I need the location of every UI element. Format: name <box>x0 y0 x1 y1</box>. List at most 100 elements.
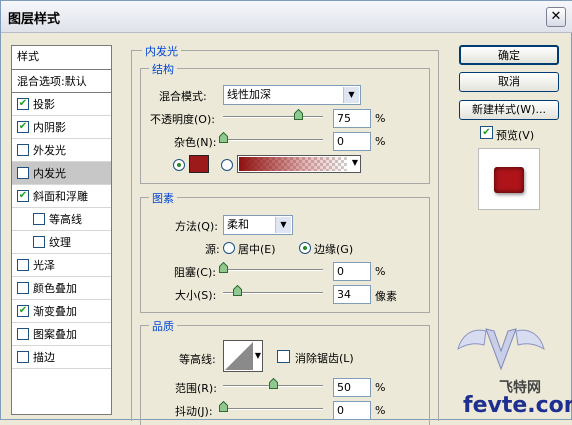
contour-picker[interactable]: ▼ <box>223 340 263 372</box>
style-checkbox[interactable] <box>17 144 29 156</box>
solid-color-radio[interactable] <box>173 159 185 171</box>
gradient-preview <box>239 157 347 171</box>
range-unit: % <box>375 381 386 394</box>
jitter-slider-thumb[interactable] <box>219 401 228 412</box>
elements-group: 图素 方法(Q): 柔和 ▼ 源: 居中(E) 边缘(G) 阻塞(C): 0 %… <box>140 190 430 313</box>
choke-unit: % <box>375 265 386 278</box>
size-label: 大小(S): <box>175 289 217 302</box>
choke-input[interactable]: 0 <box>333 262 371 281</box>
style-checkbox[interactable] <box>17 167 29 179</box>
glow-color-swatch[interactable] <box>189 155 209 173</box>
method-select[interactable]: 柔和 ▼ <box>223 215 293 235</box>
style-list-label: 渐变叠加 <box>33 305 77 318</box>
source-edge-label[interactable]: 边缘(G) <box>314 241 353 257</box>
elements-legend: 图素 <box>149 190 177 206</box>
style-list-item[interactable]: 描边 <box>12 346 111 369</box>
blend-mode-select[interactable]: 线性加深 ▼ <box>223 85 361 105</box>
close-icon: ✕ <box>550 9 562 24</box>
method-label: 方法(Q): <box>175 220 218 233</box>
gradient-picker[interactable]: ▼ <box>237 155 361 173</box>
jitter-slider-track[interactable] <box>223 408 323 410</box>
style-list-item[interactable]: 图案叠加 <box>12 323 111 346</box>
blend-options-item[interactable]: 混合选项:默认 <box>12 70 111 93</box>
style-list-label: 外发光 <box>33 144 66 157</box>
quality-legend: 品质 <box>149 318 177 334</box>
anti-alias-checkbox[interactable] <box>277 350 290 363</box>
noise-input[interactable]: 0 <box>333 132 371 151</box>
close-button[interactable]: ✕ <box>546 7 566 27</box>
preview-checkbox[interactable]: ✔ <box>480 126 493 139</box>
noise-slider-thumb[interactable] <box>219 132 228 143</box>
style-list-item[interactable]: 外发光 <box>12 139 111 162</box>
cancel-button[interactable]: 取消 <box>459 72 559 92</box>
style-list-item[interactable]: ✔ 投影 <box>12 93 111 116</box>
style-list-label: 光泽 <box>33 259 55 272</box>
preview-label[interactable]: 预览(V) <box>496 127 534 143</box>
style-checkbox[interactable] <box>33 236 45 248</box>
style-list-item[interactable]: ✔ 斜面和浮雕 <box>12 185 111 208</box>
range-input[interactable]: 50 <box>333 378 371 397</box>
source-edge-radio[interactable] <box>299 242 311 254</box>
choke-slider-track[interactable] <box>223 269 323 271</box>
size-slider-thumb[interactable] <box>232 285 242 296</box>
style-list-label: 内发光 <box>33 167 66 180</box>
noise-label: 杂色(N): <box>174 136 217 149</box>
style-list-item[interactable]: 纹理 <box>12 231 111 254</box>
style-list-item[interactable]: 颜色叠加 <box>12 277 111 300</box>
style-checkbox[interactable]: ✔ <box>17 98 29 110</box>
range-label: 范围(R): <box>175 382 217 395</box>
opacity-input[interactable]: 75 <box>333 109 371 128</box>
opacity-label: 不透明度(O): <box>150 113 215 126</box>
title-bar: 图层样式 ✕ <box>1 1 572 33</box>
jitter-unit: % <box>375 404 386 417</box>
jitter-label: 抖动(J): <box>175 405 213 418</box>
range-slider-thumb[interactable] <box>269 378 278 389</box>
style-list-label: 等高线 <box>49 213 82 226</box>
opacity-unit: % <box>375 112 386 125</box>
style-list-item[interactable]: 光泽 <box>12 254 111 277</box>
style-checkbox[interactable] <box>33 213 45 225</box>
new-style-button[interactable]: 新建样式(W)... <box>459 100 559 120</box>
style-list-label: 图案叠加 <box>33 328 77 341</box>
anti-alias-label[interactable]: 消除锯齿(L) <box>295 350 354 366</box>
structure-group: 结构 混合模式: 线性加深 ▼ 不透明度(O): 75 % 杂色(N): 0 % <box>140 61 430 184</box>
jitter-input[interactable]: 0 <box>333 401 371 420</box>
quality-group: 品质 等高线: ▼ 消除锯齿(L) 范围(R): 50 % 抖动(J): 0 % <box>140 318 430 425</box>
style-checkbox[interactable]: ✔ <box>17 121 29 133</box>
style-checkbox[interactable] <box>17 282 29 294</box>
choke-slider-thumb[interactable] <box>219 262 228 273</box>
style-list-item[interactable]: 等高线 <box>12 208 111 231</box>
dialog-title: 图层样式 <box>8 12 61 27</box>
style-list-label: 颜色叠加 <box>33 282 77 295</box>
layer-style-dialog: 图层样式 ✕ 样式 混合选项:默认 ✔ 投影 ✔ 内阴影 外发光 内发光 ✔ 斜面和浮雕 等高线… <box>0 0 572 425</box>
size-input[interactable]: 34 <box>333 285 371 304</box>
style-list-header[interactable]: 样式 <box>12 46 111 70</box>
preview-swatch <box>494 167 524 193</box>
chevron-down-icon: ▼ <box>254 351 261 360</box>
style-checkbox[interactable] <box>17 351 29 363</box>
preview-thumbnail <box>478 148 540 210</box>
method-value: 柔和 <box>227 218 249 231</box>
gradient-radio[interactable] <box>221 159 233 171</box>
noise-slider-track[interactable] <box>223 139 323 141</box>
size-unit: 像素 <box>375 290 397 303</box>
noise-unit: % <box>375 135 386 148</box>
style-checkbox[interactable] <box>17 328 29 340</box>
style-list-item[interactable]: ✔ 内阴影 <box>12 116 111 139</box>
style-list-item[interactable]: 内发光 <box>12 162 111 185</box>
style-checkbox[interactable] <box>17 259 29 271</box>
style-list-label: 描边 <box>33 351 55 364</box>
chevron-down-icon: ▼ <box>351 158 358 167</box>
style-checkbox[interactable]: ✔ <box>17 190 29 202</box>
source-center-label[interactable]: 居中(E) <box>238 241 276 257</box>
style-list-label: 内阴影 <box>33 121 66 134</box>
structure-legend: 结构 <box>149 61 177 77</box>
ok-button[interactable]: 确定 <box>459 45 559 65</box>
source-center-radio[interactable] <box>223 242 235 254</box>
opacity-slider-track[interactable] <box>223 116 323 118</box>
style-checkbox[interactable]: ✔ <box>17 305 29 317</box>
style-list-item[interactable]: ✔ 渐变叠加 <box>12 300 111 323</box>
style-list-label: 纹理 <box>49 236 71 249</box>
opacity-slider-thumb[interactable] <box>294 109 303 120</box>
contour-label: 等高线: <box>179 353 216 366</box>
